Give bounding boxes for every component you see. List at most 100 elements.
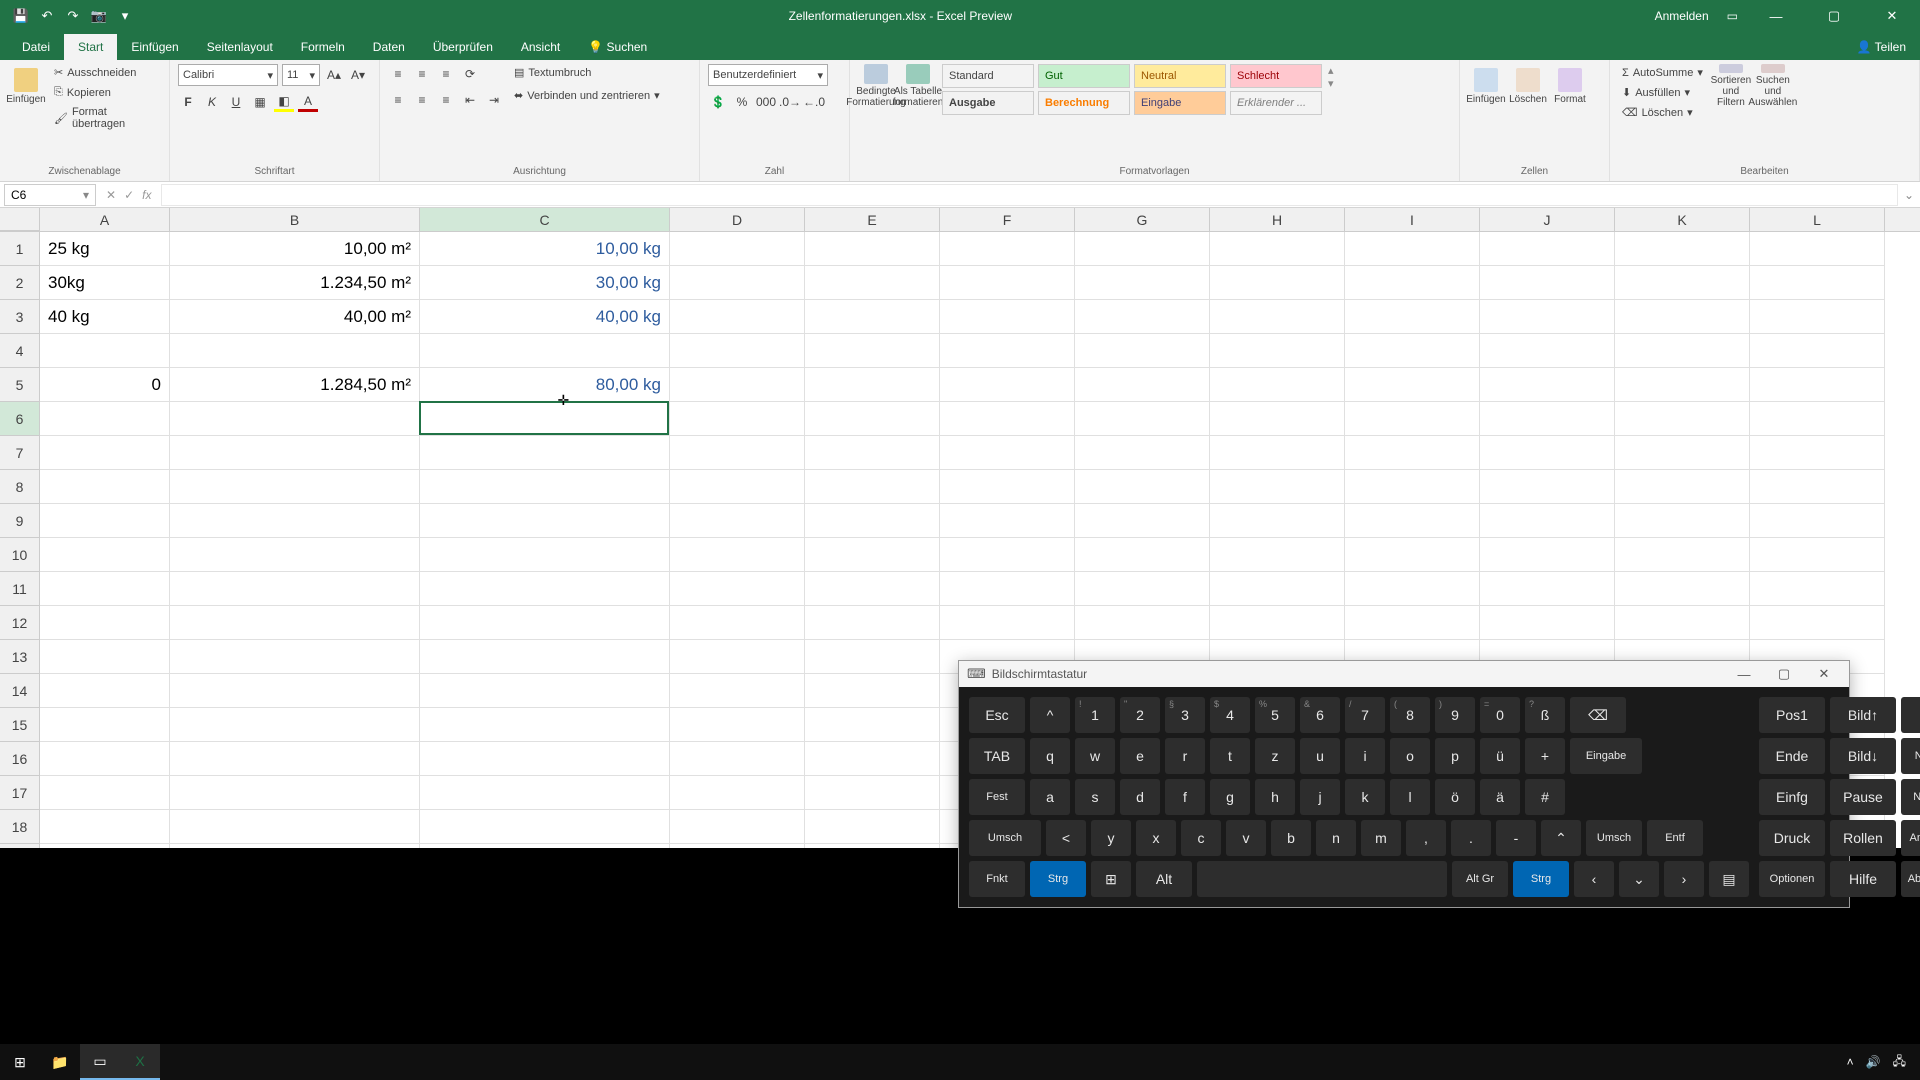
row-header[interactable]: 16 (0, 742, 40, 776)
cell[interactable] (40, 742, 170, 776)
cell[interactable] (1615, 334, 1750, 368)
cell[interactable]: 40,00 m² (170, 300, 420, 334)
osk-key[interactable]: Nav (1901, 697, 1920, 733)
row-header[interactable]: 8 (0, 470, 40, 504)
tab-file[interactable]: Datei (8, 34, 64, 60)
merge-center-button[interactable]: ⬌ Verbinden und zentrieren ▾ (510, 87, 664, 104)
cell[interactable] (420, 810, 670, 844)
cell[interactable] (420, 436, 670, 470)
osk-key[interactable]: 6& (1300, 697, 1340, 733)
cell[interactable] (1750, 368, 1885, 402)
osk-key[interactable]: w (1075, 738, 1115, 774)
osk-key[interactable]: , (1406, 820, 1446, 856)
cell[interactable] (670, 640, 805, 674)
cell[interactable] (670, 504, 805, 538)
cell[interactable] (1075, 572, 1210, 606)
taskbar-app-icon[interactable]: ▭ (80, 1044, 120, 1080)
cell[interactable] (40, 640, 170, 674)
cell[interactable] (1480, 300, 1615, 334)
cell[interactable] (1615, 470, 1750, 504)
indent-decrease-icon[interactable]: ⇤ (460, 90, 480, 110)
row-header[interactable]: 13 (0, 640, 40, 674)
osk-key[interactable]: N. unten (1901, 779, 1920, 815)
decrease-decimal-icon[interactable]: ←.0 (804, 92, 824, 112)
cell[interactable] (1615, 572, 1750, 606)
osk-key[interactable]: v (1226, 820, 1266, 856)
cell[interactable] (1750, 232, 1885, 266)
cell[interactable] (1210, 300, 1345, 334)
cell[interactable] (940, 334, 1075, 368)
qat-more-icon[interactable]: ▾ (116, 7, 134, 25)
cell[interactable] (1750, 572, 1885, 606)
cell[interactable] (1075, 436, 1210, 470)
row-header[interactable]: 12 (0, 606, 40, 640)
camera-icon[interactable]: 📷 (90, 7, 108, 25)
cell[interactable] (1750, 470, 1885, 504)
osk-key[interactable]: s (1075, 779, 1115, 815)
cell[interactable] (420, 742, 670, 776)
cell[interactable] (805, 504, 940, 538)
decrease-font-icon[interactable]: A▾ (348, 65, 368, 85)
cell[interactable] (1075, 470, 1210, 504)
copy-button[interactable]: ⎘ Kopieren (50, 84, 161, 101)
osk-key[interactable]: ö (1435, 779, 1475, 815)
cell[interactable] (1075, 606, 1210, 640)
cell[interactable] (805, 742, 940, 776)
enter-formula-icon[interactable]: ✓ (124, 188, 134, 202)
cell[interactable] (1750, 334, 1885, 368)
osk-key[interactable]: ▤ (1709, 861, 1749, 897)
cell[interactable] (670, 334, 805, 368)
cell[interactable] (670, 606, 805, 640)
row-header[interactable]: 3 (0, 300, 40, 334)
cell[interactable] (1480, 266, 1615, 300)
cell[interactable] (170, 674, 420, 708)
osk-key[interactable]: Entf (1647, 820, 1703, 856)
taskbar-excel-icon[interactable]: X (120, 1044, 160, 1080)
column-header[interactable]: D (670, 208, 805, 231)
row-header[interactable]: 5 (0, 368, 40, 402)
cell[interactable] (1480, 504, 1615, 538)
cell[interactable] (1750, 606, 1885, 640)
osk-key[interactable]: Einfg (1759, 779, 1825, 815)
cell[interactable] (170, 776, 420, 810)
name-box[interactable]: C6▾ (4, 184, 96, 206)
cell[interactable] (170, 538, 420, 572)
cell[interactable] (1210, 572, 1345, 606)
column-header[interactable]: J (1480, 208, 1615, 231)
row-header[interactable]: 14 (0, 674, 40, 708)
cell[interactable] (805, 232, 940, 266)
osk-key[interactable]: 8( (1390, 697, 1430, 733)
column-header[interactable]: G (1075, 208, 1210, 231)
cell[interactable] (170, 436, 420, 470)
on-screen-keyboard[interactable]: ⌨ Bildschirmtastatur — ▢ ✕ Esc^1!2"3§4$5… (958, 660, 1850, 908)
align-left-icon[interactable]: ≡ (388, 90, 408, 110)
cell[interactable] (670, 368, 805, 402)
cell[interactable] (670, 470, 805, 504)
osk-key[interactable]: 7/ (1345, 697, 1385, 733)
cell[interactable]: 40,00 kg (420, 300, 670, 334)
column-header[interactable]: F (940, 208, 1075, 231)
cell[interactable] (1075, 538, 1210, 572)
cell[interactable] (40, 674, 170, 708)
bold-button[interactable]: F (178, 92, 198, 112)
fill-color-button[interactable]: ◧ (274, 92, 294, 112)
cell[interactable] (170, 810, 420, 844)
start-button[interactable]: ⊞ (0, 1044, 40, 1080)
cell[interactable] (1075, 402, 1210, 436)
cell[interactable] (170, 742, 420, 776)
cell[interactable] (670, 742, 805, 776)
cell[interactable] (1615, 232, 1750, 266)
cell[interactable] (805, 470, 940, 504)
osk-key[interactable]: + (1525, 738, 1565, 774)
osk-key[interactable]: Pause (1830, 779, 1896, 815)
cell[interactable]: 0 (40, 368, 170, 402)
align-middle-icon[interactable]: ≡ (412, 64, 432, 84)
cell[interactable] (420, 640, 670, 674)
osk-key[interactable]: x (1136, 820, 1176, 856)
indent-increase-icon[interactable]: ⇥ (484, 90, 504, 110)
osk-key[interactable]: ^ (1030, 697, 1070, 733)
osk-key[interactable]: < (1046, 820, 1086, 856)
cell[interactable] (170, 402, 420, 436)
cell[interactable] (1345, 538, 1480, 572)
osk-key[interactable]: Alt Gr (1452, 861, 1508, 897)
